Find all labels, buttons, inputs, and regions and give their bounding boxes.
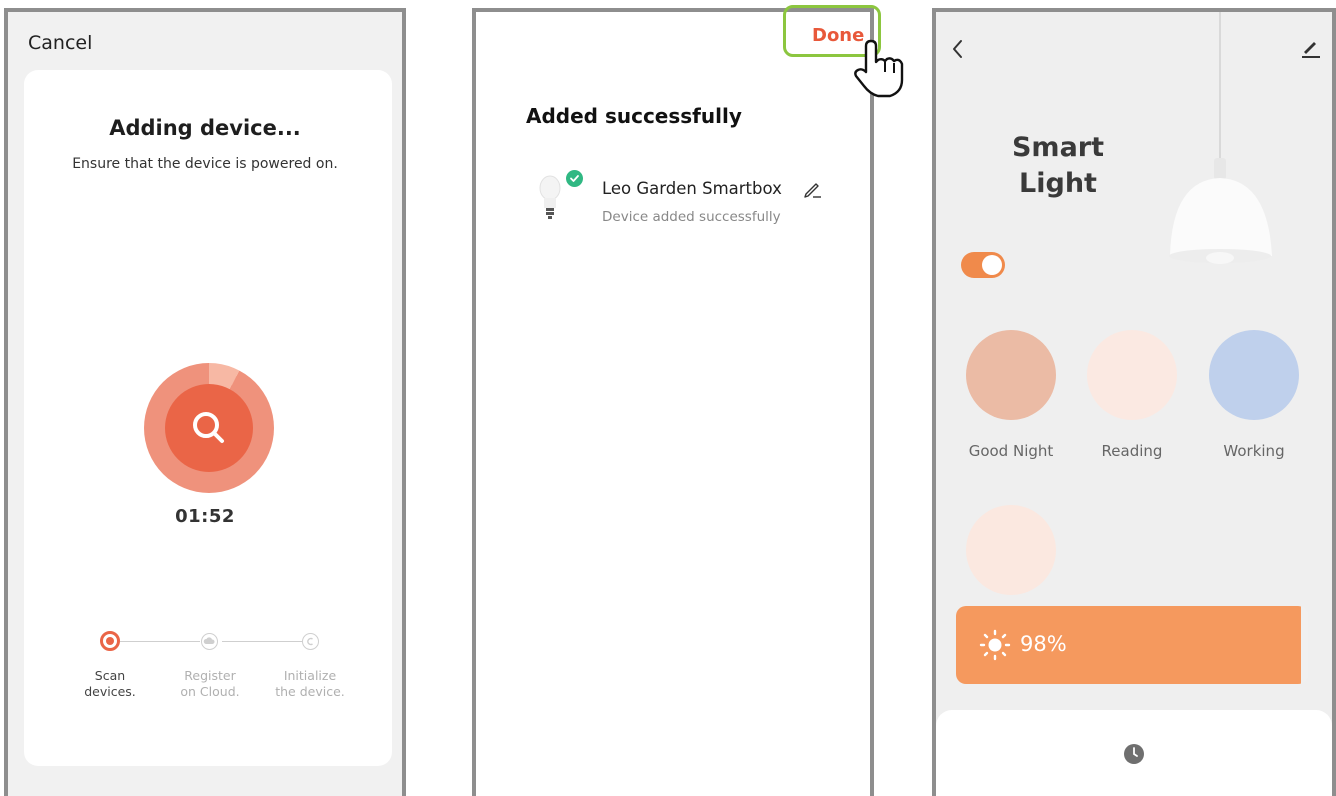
step-label-line: Register	[184, 668, 236, 683]
step-label-line: Initialize	[283, 668, 337, 683]
step-label-initialize: Initialize the device.	[260, 668, 360, 700]
rename-pencil-icon[interactable]	[802, 178, 824, 200]
device-title: Smart Light	[998, 130, 1118, 202]
check-icon	[570, 175, 579, 182]
brightness-slider[interactable]: 98%	[956, 606, 1308, 684]
search-icon	[193, 412, 224, 443]
scene-good-night[interactable]	[966, 330, 1056, 420]
hand-pointer-icon	[854, 39, 904, 98]
smart-light-screen: Smart Light Good Night Reading Working 9…	[932, 8, 1336, 796]
page-title: Added successfully	[526, 104, 742, 128]
brightness-value: 98%	[1020, 632, 1067, 656]
countdown-timer: 01:52	[175, 506, 235, 527]
power-toggle[interactable]	[961, 252, 1005, 278]
page-subtitle: Ensure that the device is powered on.	[72, 156, 338, 172]
scene-label-working: Working	[1223, 442, 1285, 460]
cloud-icon	[203, 637, 215, 644]
sun-icon	[979, 629, 1011, 661]
scene-label-reading: Reading	[1101, 442, 1163, 460]
scene-custom[interactable]	[966, 505, 1056, 595]
page-title: Adding device...	[109, 116, 301, 140]
clock-icon[interactable]	[1122, 742, 1146, 766]
step-connector	[222, 641, 302, 642]
step-label-register: Register on Cloud.	[160, 668, 260, 700]
copyright-c-icon	[307, 637, 313, 646]
cancel-button[interactable]: Cancel	[28, 32, 92, 54]
scan-progress-ring	[144, 363, 274, 493]
step-dot-register	[201, 633, 218, 650]
step-label-line: Scan	[94, 668, 126, 683]
step-dot-scan	[100, 631, 120, 651]
step-dot-initialize	[302, 633, 319, 650]
back-arrow-icon[interactable]	[950, 38, 966, 60]
bottom-panel	[936, 710, 1332, 796]
step-label-line: devices.	[84, 684, 136, 699]
step-label-scan: Scan devices.	[60, 668, 160, 700]
scene-label-good-night: Good Night	[968, 442, 1054, 460]
toggle-knob	[982, 255, 1002, 275]
adding-device-screen: Cancel Adding device... Ensure that the …	[4, 8, 406, 796]
step-connector	[120, 641, 200, 642]
added-successfully-screen: Added successfully Leo Garden Smartbox D…	[472, 8, 874, 796]
device-title-line: Smart	[1011, 132, 1105, 163]
success-check-badge	[566, 170, 583, 187]
light-bulb-icon	[539, 175, 561, 219]
device-title-line: Light	[1019, 168, 1097, 199]
pendant-lamp-image	[1169, 12, 1272, 264]
device-name: Leo Garden Smartbox	[602, 179, 782, 198]
scene-working[interactable]	[1209, 330, 1299, 420]
edit-icon[interactable]	[1300, 36, 1322, 60]
scan-core	[165, 384, 253, 472]
device-status: Device added successfully	[602, 209, 781, 225]
step-label-line: on Cloud.	[180, 684, 240, 699]
screenshot-canvas: Cancel Adding device... Ensure that the …	[0, 0, 1336, 796]
step-label-line: the device.	[275, 684, 345, 699]
scene-reading[interactable]	[1087, 330, 1177, 420]
